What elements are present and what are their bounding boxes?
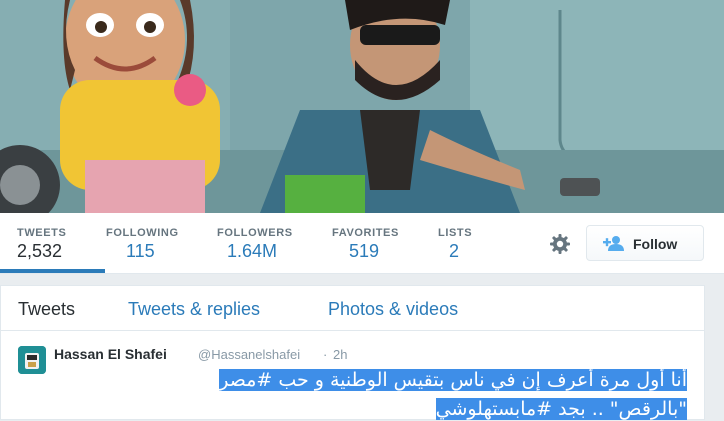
stat-value: 519 (349, 241, 380, 261)
header-photo (0, 0, 724, 213)
tweet-separator: · (323, 347, 328, 362)
stat-label: FAVORITES (332, 227, 399, 239)
add-user-icon (603, 235, 627, 256)
stat-value: 115 (126, 241, 155, 261)
stat-followers[interactable]: FOLLOWERS 1.64M (217, 213, 301, 273)
tab-photos-videos[interactable]: Photos & videos (328, 299, 458, 320)
follow-label: Follow (633, 236, 678, 252)
tweet-timestamp[interactable]: 2h (333, 347, 347, 362)
stat-value: 2,532 (17, 241, 63, 261)
tweet-text-line: أنا أول مرة أعرف إن في ناس بتقيس الوطنية… (219, 369, 687, 391)
timeline-panel: Tweets Tweets & replies Photos & videos … (0, 285, 705, 420)
stat-lists[interactable]: LISTS 2 (438, 213, 478, 273)
stat-label: LISTS (438, 227, 473, 239)
avatar[interactable] (18, 346, 46, 374)
stat-tweets[interactable]: TWEETS 2,532 (0, 213, 105, 273)
tweet-author-handle[interactable]: @Hassanelshafei (198, 347, 300, 362)
tweet-author-name[interactable]: Hassan El Shafei (54, 346, 167, 362)
tab-tweets-replies[interactable]: Tweets & replies (128, 299, 260, 320)
stat-label: FOLLOWERS (217, 227, 293, 239)
stat-value: 2 (449, 241, 460, 261)
tweet-text-line: "بالرقص" .. بجد #مابستهلوشي (435, 398, 687, 420)
tab-tweets[interactable]: Tweets (18, 299, 75, 320)
follow-button[interactable]: Follow (586, 225, 704, 261)
tweet-text: أنا أول مرة أعرف إن في ناس بتقيس الوطنية… (69, 366, 687, 421)
stat-value: 1.64M (227, 241, 278, 261)
stat-following[interactable]: FOLLOWING 115 (106, 213, 186, 273)
stat-label: FOLLOWING (106, 227, 179, 239)
gear-icon[interactable] (548, 232, 572, 256)
active-underline (0, 269, 105, 273)
timeline-tabs: Tweets Tweets & replies Photos & videos (1, 286, 704, 331)
stat-favorites[interactable]: FAVORITES 519 (332, 213, 404, 273)
stat-label: TWEETS (17, 227, 67, 239)
